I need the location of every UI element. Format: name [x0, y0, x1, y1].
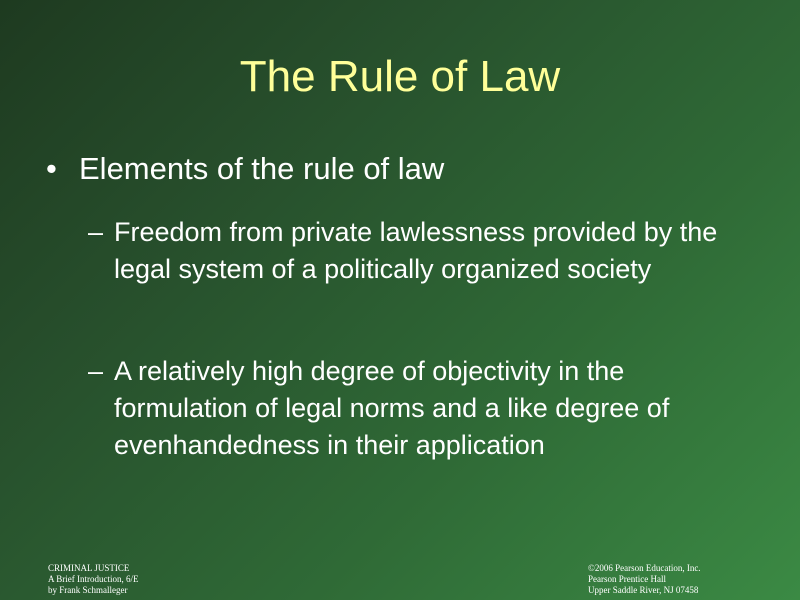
- footer-book-info: CRIMINAL JUSTICE A Brief Introduction, 6…: [48, 563, 138, 596]
- sub-bullet-marker: –: [88, 356, 104, 386]
- slide-title: The Rule of Law: [239, 52, 561, 101]
- bullet-marker: •: [46, 151, 57, 186]
- footer-publisher: Pearson Prentice Hall: [588, 574, 666, 584]
- footer-book-title: CRIMINAL JUSTICE: [48, 563, 130, 573]
- sub-bullet-text: Freedom from private lawlessness provide…: [114, 217, 718, 284]
- bullet-text: Elements of the rule of law: [79, 151, 445, 186]
- footer-publisher-location: Upper Saddle River, NJ 07458: [588, 585, 699, 595]
- footer-book-edition: A Brief Introduction, 6/E: [48, 574, 139, 584]
- slide: The Rule of Law • Elements of the rule o…: [0, 0, 800, 600]
- footer-publisher-info: ©2006 Pearson Education, Inc. Pearson Pr…: [588, 563, 701, 596]
- sub-bullet-marker: –: [88, 217, 104, 247]
- footer-copyright: ©2006 Pearson Education, Inc.: [588, 563, 701, 573]
- footer-book-author: by Frank Schmalleger: [48, 585, 128, 595]
- sub-bullet-text: A relatively high degree of objectivity …: [114, 356, 670, 460]
